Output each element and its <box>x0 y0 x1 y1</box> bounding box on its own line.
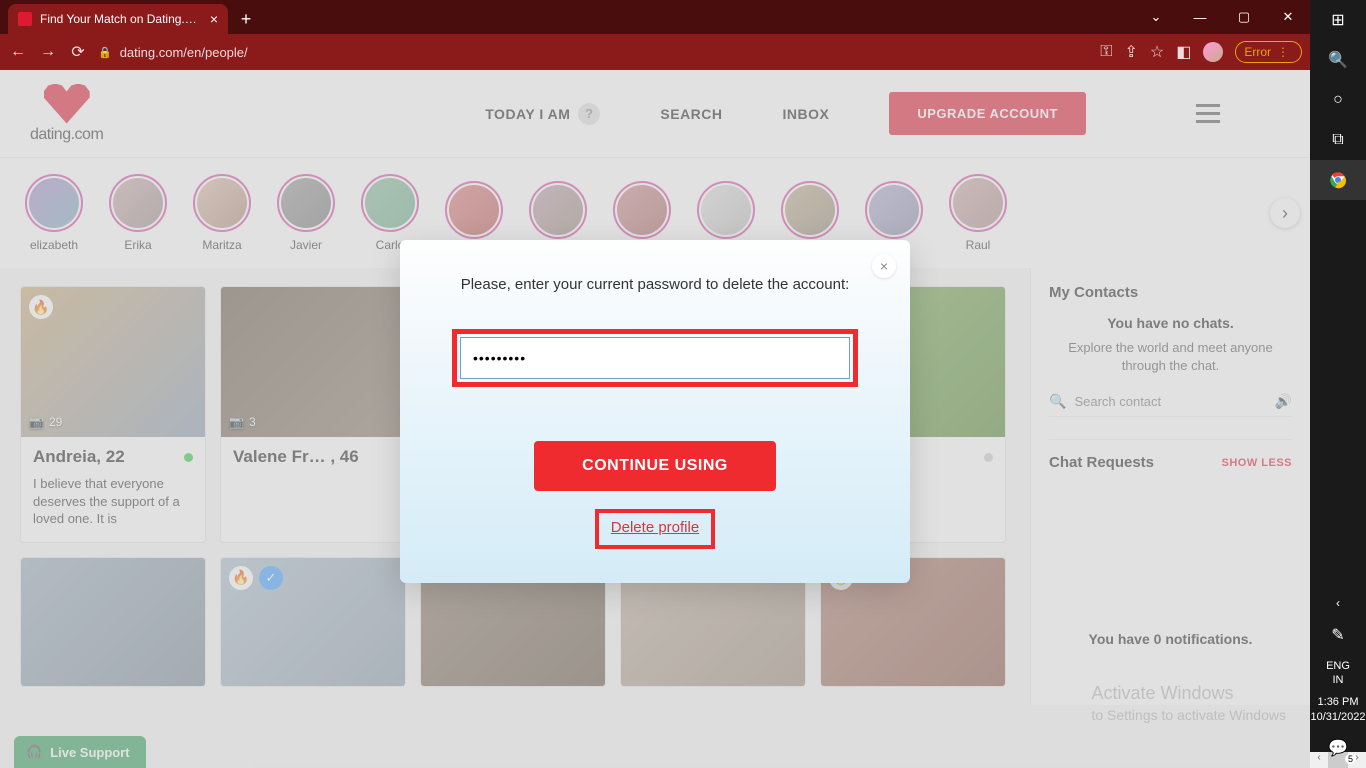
reload-button[interactable]: ⟳ <box>68 42 88 62</box>
url-text: dating.com/en/people/ <box>120 45 248 60</box>
address-bar[interactable]: 🔒 dating.com/en/people/ <box>98 45 1090 60</box>
lock-icon: 🔒 <box>98 46 112 59</box>
password-input[interactable] <box>460 337 850 379</box>
page-content: dating.com TODAY I AM ? SEARCH INBOX UPG… <box>0 70 1310 768</box>
profile-avatar[interactable] <box>1203 42 1223 62</box>
kebab-icon: ⋮ <box>1277 45 1289 59</box>
star-icon[interactable]: ☆ <box>1150 42 1164 62</box>
chrome-taskbar-icon[interactable] <box>1310 160 1366 200</box>
back-button[interactable]: ← <box>8 43 28 61</box>
modal-overlay: × Please, enter your current password to… <box>0 70 1310 768</box>
windows-taskbar: ⊞ 🔍 ○ ⧉ ‹› ‹ ✎ ENGIN 1:36 PM10/31/2022 💬… <box>1310 0 1366 768</box>
modal-prompt: Please, enter your current password to d… <box>432 276 878 293</box>
delete-highlight: Delete profile <box>595 509 715 549</box>
action-center-icon[interactable]: 💬5 <box>1310 728 1366 768</box>
clock[interactable]: 1:36 PM10/31/2022 <box>1310 691 1365 728</box>
tab-favicon <box>18 12 32 26</box>
cortana-icon[interactable]: ○ <box>1310 80 1366 120</box>
key-icon[interactable]: ⚿ <box>1100 43 1112 61</box>
window-controls: ⌄ — ▢ ✕ <box>1134 0 1310 34</box>
pen-icon[interactable]: ✎ <box>1310 615 1366 655</box>
error-badge[interactable]: Error⋮ <box>1235 41 1302 63</box>
close-button[interactable]: ✕ <box>1266 0 1310 34</box>
delete-account-modal: × Please, enter your current password to… <box>400 240 910 583</box>
browser-tab[interactable]: Find Your Match on Dating.com: × <box>8 4 228 34</box>
browser-titlebar: Find Your Match on Dating.com: × + ⌄ — ▢… <box>0 0 1310 34</box>
minimize-button[interactable]: — <box>1178 0 1222 34</box>
language-indicator[interactable]: ENGIN <box>1326 655 1350 692</box>
password-highlight <box>452 329 858 387</box>
new-tab-button[interactable]: + <box>232 9 260 30</box>
tab-title: Find Your Match on Dating.com: <box>40 12 202 26</box>
forward-button[interactable]: → <box>38 43 58 61</box>
modal-close-button[interactable]: × <box>872 254 896 278</box>
search-icon[interactable]: 🔍 <box>1310 40 1366 80</box>
delete-profile-link[interactable]: Delete profile <box>611 519 699 536</box>
maximize-button[interactable]: ▢ <box>1222 0 1266 34</box>
windows-start-icon[interactable]: ⊞ <box>1310 0 1366 40</box>
tray-expand-icon[interactable]: ‹ <box>1336 591 1340 615</box>
continue-using-button[interactable]: CONTINUE USING <box>534 441 776 491</box>
chevron-down-icon[interactable]: ⌄ <box>1134 0 1178 34</box>
share-icon[interactable]: ⇪ <box>1124 42 1137 62</box>
tab-close-icon[interactable]: × <box>210 11 218 27</box>
extension-icon[interactable]: ◧ <box>1176 42 1191 62</box>
browser-window: Find Your Match on Dating.com: × + ⌄ — ▢… <box>0 0 1310 768</box>
url-bar: ← → ⟳ 🔒 dating.com/en/people/ ⚿ ⇪ ☆ ◧ Er… <box>0 34 1310 70</box>
task-view-icon[interactable]: ⧉ <box>1310 120 1366 160</box>
